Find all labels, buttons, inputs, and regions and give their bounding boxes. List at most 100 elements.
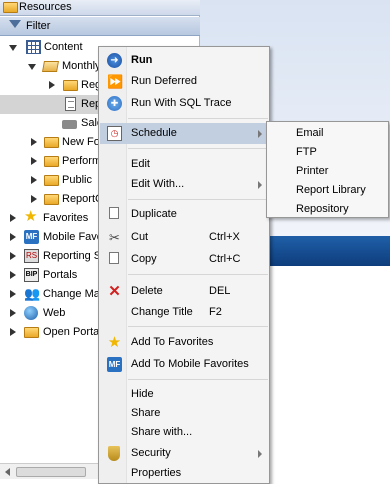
menu-label: Schedule xyxy=(131,127,177,139)
filter-bar[interactable]: Filter xyxy=(0,17,200,36)
tree-label: Open Porta xyxy=(43,326,100,338)
menu-item-edit[interactable]: Edit xyxy=(100,154,269,175)
menu-shortcut: F2 xyxy=(209,306,222,318)
tree-label: Content xyxy=(44,41,83,53)
tree-label: Web xyxy=(43,307,66,319)
scroll-left-icon[interactable] xyxy=(5,468,10,476)
submenu-item-ftp[interactable]: FTP xyxy=(296,146,317,158)
tree-label: Public xyxy=(62,174,92,186)
menu-label: Share xyxy=(131,407,161,419)
menu-item-schedule[interactable]: ◷ Schedule xyxy=(100,123,269,144)
menu-item-change-title[interactable]: Change Title F2 xyxy=(100,302,269,323)
context-menu: ➜ Run ⏩ Run Deferred ✚ Run With SQL Trac… xyxy=(98,46,270,484)
submenu-item-printer[interactable]: Printer xyxy=(296,165,328,177)
resources-header[interactable]: Resources xyxy=(0,0,200,16)
submenu-arrow-icon xyxy=(258,130,262,138)
menu-item-copy[interactable]: Copy Ctrl+C xyxy=(100,249,269,270)
menu-item-edit-with[interactable]: Edit With... xyxy=(100,174,269,195)
submenu-item-repository[interactable]: Repository xyxy=(296,203,349,215)
expand-arrow-icon[interactable] xyxy=(10,214,16,222)
expand-arrow-icon[interactable] xyxy=(31,195,37,203)
mobile-favorites-icon: MF xyxy=(24,230,39,244)
folder-icon xyxy=(44,194,59,205)
star-icon: ★ xyxy=(107,334,122,351)
menu-item-share-with[interactable]: Share with... xyxy=(100,422,269,443)
tree-label: Perform xyxy=(62,155,102,167)
menu-item-add-mobile-favorites[interactable]: MF Add To Mobile Favorites xyxy=(100,354,269,375)
menu-label: Run xyxy=(131,54,153,66)
menu-shortcut: Ctrl+X xyxy=(209,231,240,243)
submenu-arrow-icon xyxy=(258,181,262,189)
menu-item-cut[interactable]: ✂ Cut Ctrl+X xyxy=(100,227,269,248)
menu-separator xyxy=(128,379,268,380)
run-deferred-icon: ⏩ xyxy=(107,74,124,89)
menu-label: Add To Mobile Favorites xyxy=(131,358,249,370)
expand-arrow-icon[interactable] xyxy=(31,138,37,146)
menu-label: Edit xyxy=(131,158,150,170)
menu-label: Share with... xyxy=(131,426,193,438)
menu-item-share[interactable]: Share xyxy=(100,403,269,424)
folder-icon xyxy=(3,2,18,13)
menu-label: Hide xyxy=(131,388,154,400)
folder-icon xyxy=(24,327,39,338)
menu-item-hide[interactable]: Hide xyxy=(100,384,269,405)
open-folder-icon xyxy=(42,61,59,72)
tree-label: ReportC xyxy=(62,193,103,205)
expand-arrow-icon[interactable] xyxy=(31,176,37,184)
folder-icon xyxy=(44,156,59,167)
menu-label: Copy xyxy=(131,253,157,265)
menu-item-properties[interactable]: Properties xyxy=(100,463,269,484)
folder-icon xyxy=(44,137,59,148)
shield-icon xyxy=(108,446,120,461)
tree-label: Reporting S xyxy=(43,250,102,262)
menu-separator xyxy=(128,118,268,119)
mobile-favorites-icon: MF xyxy=(107,357,122,372)
submenu-item-report-library[interactable]: Report Library xyxy=(296,184,366,196)
sql-trace-icon: ✚ xyxy=(107,96,122,111)
star-icon: ★ xyxy=(24,208,38,225)
menu-separator xyxy=(128,199,268,200)
expand-arrow-icon[interactable] xyxy=(10,328,16,336)
content-grid-icon xyxy=(26,40,41,54)
expand-arrow-icon[interactable] xyxy=(10,309,16,317)
tree-label: New Fo xyxy=(62,136,100,148)
expand-arrow-icon[interactable] xyxy=(31,157,37,165)
folder-icon xyxy=(44,175,59,186)
reporting-server-icon: RS xyxy=(24,249,39,263)
menu-label: Cut xyxy=(131,231,149,243)
people-icon: 👥 xyxy=(24,286,41,301)
menu-item-run-sql-trace[interactable]: ✚ Run With SQL Trace xyxy=(100,93,269,114)
tree-label: Mobile Favo xyxy=(43,231,103,243)
schedule-submenu: Email FTP Printer Report Library Reposit… xyxy=(266,121,389,218)
menu-item-duplicate[interactable]: Duplicate xyxy=(100,204,269,225)
submenu-item-email[interactable]: Email xyxy=(296,127,324,139)
globe-icon xyxy=(24,306,38,320)
menu-item-add-favorites[interactable]: ★ Add To Favorites xyxy=(100,332,269,353)
expand-arrow-icon[interactable] xyxy=(28,64,36,70)
menu-separator xyxy=(128,274,268,275)
menu-label: Add To Favorites xyxy=(131,336,214,348)
expand-arrow-icon[interactable] xyxy=(10,271,16,279)
expand-arrow-icon[interactable] xyxy=(10,290,16,298)
submenu-arrow-icon xyxy=(258,450,262,458)
expand-arrow-icon[interactable] xyxy=(10,233,16,241)
tree-label: Portals xyxy=(43,269,78,281)
menu-item-security[interactable]: Security xyxy=(100,443,269,464)
tree-label: Change Mar xyxy=(43,288,104,300)
truck-icon xyxy=(62,120,77,129)
report-document-icon xyxy=(65,97,76,111)
resources-title: Resources xyxy=(19,1,72,13)
menu-item-run-deferred[interactable]: ⏩ Run Deferred xyxy=(100,71,269,92)
expand-arrow-icon[interactable] xyxy=(49,81,55,89)
scrollbar-thumb[interactable] xyxy=(16,467,86,477)
tree-label: Monthly xyxy=(62,60,101,72)
menu-label: Run With SQL Trace xyxy=(131,97,232,109)
menu-label: Run Deferred xyxy=(131,75,198,87)
portal-icon: BIP xyxy=(24,268,39,282)
menu-label: Properties xyxy=(131,467,182,479)
expand-arrow-icon[interactable] xyxy=(9,45,17,51)
duplicate-icon xyxy=(109,207,119,219)
menu-item-run[interactable]: ➜ Run xyxy=(100,50,269,71)
expand-arrow-icon[interactable] xyxy=(10,252,16,260)
menu-item-delete[interactable]: ✕ Delete DEL xyxy=(100,281,269,302)
